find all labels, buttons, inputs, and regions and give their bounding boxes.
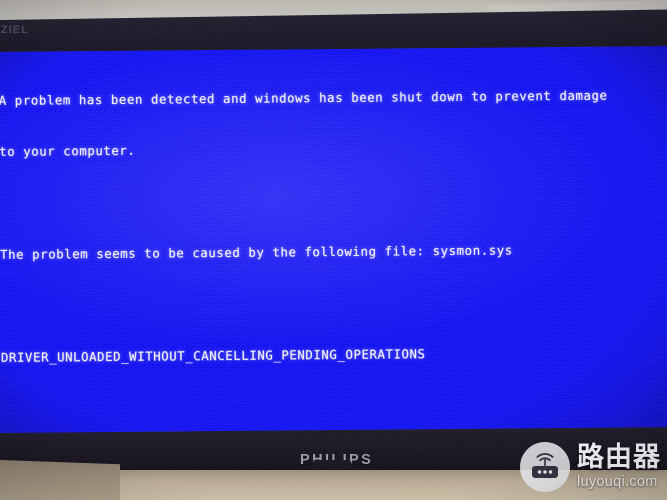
bsod-line: to your computer. bbox=[0, 143, 136, 160]
watermark-title: 路由器 bbox=[577, 442, 661, 474]
bsod-line: The problem seems to be caused by the fo… bbox=[0, 242, 513, 262]
watermark-site: luyouqi.com bbox=[577, 474, 658, 491]
bsod-spacer bbox=[1, 394, 667, 417]
site-watermark: 路由器 luyouqi.com bbox=[520, 442, 661, 492]
desk-surface-left bbox=[0, 460, 120, 500]
watermark-text: 路由器 luyouqi.com bbox=[577, 444, 661, 490]
bsod-spacer bbox=[0, 189, 667, 212]
lcd-panel: A problem has been detected and windows … bbox=[0, 46, 667, 438]
bsod-bugcheck-name: DRIVER_UNLOADED_WITHOUT_CANCELLING_PENDI… bbox=[0, 345, 426, 365]
bsod-spacer bbox=[0, 291, 667, 314]
photo-of-monitor: ZIEL A problem has been detected and win… bbox=[0, 0, 667, 500]
router-wifi-icon bbox=[520, 442, 570, 492]
bsod-line: A problem has been detected and windows … bbox=[0, 87, 608, 109]
bsod-text-block: A problem has been detected and windows … bbox=[0, 52, 667, 438]
cut-off-screen-label: ZIEL bbox=[1, 24, 29, 36]
